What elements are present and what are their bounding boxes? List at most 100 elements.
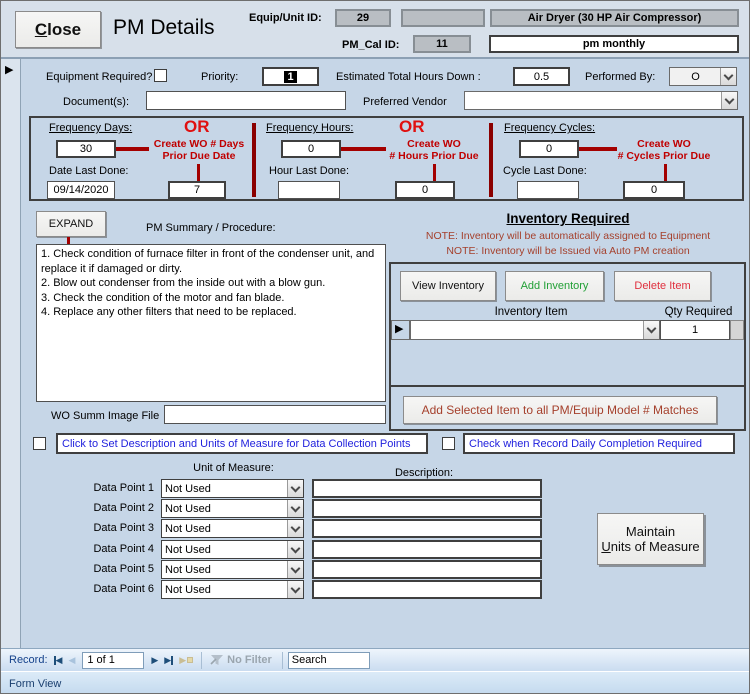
chevron-down-icon[interactable] (643, 321, 659, 339)
maintain-units-label-line1: Maintain (625, 524, 676, 539)
red-divider (252, 123, 256, 197)
pm-name-field[interactable]: pm monthly (489, 35, 739, 53)
data-point-2-description-field[interactable] (312, 499, 542, 518)
pm-cal-id-value: 11 (413, 35, 471, 53)
add-inventory-label: Add Inventory (520, 280, 589, 292)
chevron-down-icon[interactable] (287, 561, 303, 578)
set-description-link[interactable]: Click to Set Description and Units of Me… (56, 433, 428, 454)
expand-button[interactable]: EXPAND (36, 211, 106, 237)
record-position-box[interactable]: 1 of 1 (82, 651, 145, 669)
est-hours-down-label: Estimated Total Hours Down : (336, 71, 481, 83)
pm-summary-textarea[interactable]: 1. Check condition of furnace filter in … (36, 244, 386, 402)
inventory-divider (390, 385, 745, 387)
maintain-units-label-line2: Units of Measure (601, 539, 700, 554)
date-last-done-label: Date Last Done: (49, 165, 129, 177)
close-button[interactable]: Close (15, 11, 101, 48)
documents-label: Document(s): (63, 96, 130, 108)
hour-last-done-field[interactable] (278, 181, 340, 199)
date-last-done-field[interactable]: 09/14/2020 (47, 181, 115, 199)
inventory-row-end-cell (730, 320, 744, 340)
add-selected-item-button[interactable]: Add Selected Item to all PM/Equip Model … (403, 396, 717, 424)
no-filter-funnel-icon (210, 654, 224, 665)
add-selected-item-label: Add Selected Item to all PM/Equip Model … (421, 403, 699, 417)
search-input[interactable] (287, 651, 370, 669)
performed-by-label: Performed By: (585, 71, 656, 83)
preferred-vendor-combo[interactable] (464, 91, 738, 110)
inventory-item-value (414, 321, 641, 339)
hour-last-done-label: Hour Last Done: (269, 165, 350, 177)
chevron-down-icon[interactable] (287, 581, 303, 598)
data-point-5-uom-combo[interactable]: Not Used (161, 560, 304, 579)
chevron-down-icon[interactable] (287, 480, 303, 497)
record-label: Record: (9, 654, 48, 666)
priority-selected-value: 1 (284, 70, 297, 83)
preferred-vendor-value (468, 92, 719, 109)
data-point-2-uom-combo[interactable]: Not Used (161, 499, 304, 518)
chevron-down-icon[interactable] (721, 92, 737, 109)
view-inventory-button[interactable]: View Inventory (400, 271, 496, 301)
equip-blank-box (401, 9, 485, 27)
data-point-1-uom-combo[interactable]: Not Used (161, 479, 304, 498)
preferred-vendor-label: Preferred Vendor (363, 96, 447, 108)
maintain-units-button[interactable]: Maintain Units of Measure (597, 513, 704, 565)
data-point-5-description-field[interactable] (312, 560, 542, 579)
daily-completion-link[interactable]: Check when Record Daily Completion Requi… (463, 433, 735, 454)
data-point-4-uom-combo[interactable]: Not Used (161, 540, 304, 559)
equipment-required-label: Equipment Required? (46, 71, 153, 83)
previous-record-icon[interactable]: ◀ (68, 655, 75, 666)
red-divider (489, 123, 493, 197)
chevron-down-icon[interactable] (287, 500, 303, 517)
red-connector-line (197, 164, 200, 181)
inventory-required-title: Inventory Required (506, 211, 630, 226)
performed-by-combo[interactable]: O (669, 67, 737, 86)
cycle-last-done-field[interactable] (517, 181, 579, 199)
data-point-6-uom-combo[interactable]: Not Used (161, 580, 304, 599)
data-point-4-description-field[interactable] (312, 540, 542, 559)
frequency-cycles-field[interactable]: 0 (519, 140, 579, 158)
documents-field[interactable] (146, 91, 346, 110)
pm-cal-id-label: PM_Cal ID: (342, 39, 400, 51)
chevron-down-icon[interactable] (287, 520, 303, 537)
chevron-down-icon[interactable] (720, 68, 736, 85)
daily-completion-checkbox[interactable] (442, 437, 455, 450)
red-connector-line (664, 164, 667, 181)
next-record-icon[interactable]: ▶ (151, 655, 158, 666)
wo-summ-image-label: WO Summ Image File (51, 410, 160, 422)
record-selector-arrow-icon: ▶ (395, 323, 404, 335)
view-inventory-label: View Inventory (412, 280, 484, 292)
wo-summ-image-field[interactable] (164, 405, 386, 424)
equipment-required-checkbox[interactable] (154, 69, 167, 82)
add-inventory-button[interactable]: Add Inventory (505, 271, 604, 301)
data-point-3-description-field[interactable] (312, 519, 542, 538)
status-bar: Form View (1, 671, 749, 693)
data-point-4-label: Data Point 4 (93, 543, 154, 555)
frequency-days-field[interactable]: 30 (56, 140, 116, 158)
record-selector-strip[interactable]: ▶ (1, 59, 21, 648)
frequency-hours-field[interactable]: 0 (281, 140, 341, 158)
record-navigation-bar: Record: ◀ ◀ 1 of 1 ▶ ▶ ▶ No Filter (1, 648, 749, 671)
last-record-icon[interactable]: ▶ (164, 655, 174, 666)
data-point-3-uom-combo[interactable]: Not Used (161, 519, 304, 538)
cycle-last-done-label: Cycle Last Done: (503, 165, 587, 177)
priority-field[interactable]: 1 (262, 67, 319, 86)
create-wo-cycles-label: Create WO # Cycles Prior Due (617, 138, 711, 162)
pm-summary-label: PM Summary / Procedure: (146, 222, 276, 234)
inventory-row-selector[interactable]: ▶ (391, 320, 410, 340)
first-record-icon[interactable]: ◀ (53, 655, 62, 666)
inventory-item-column-header: Inventory Item (494, 306, 568, 318)
qty-required-field[interactable]: 1 (660, 320, 730, 340)
est-hours-down-field[interactable]: 0.5 (513, 67, 570, 86)
inventory-item-combo[interactable] (410, 320, 660, 340)
set-description-checkbox[interactable] (33, 437, 46, 450)
delete-item-button[interactable]: Delete Item (614, 271, 711, 301)
view-mode-label: Form View (9, 677, 62, 690)
cycles-prior-due-field[interactable]: 0 (623, 181, 685, 199)
chevron-down-icon[interactable] (287, 541, 303, 558)
create-wo-hours-label: Create WO # Hours Prior Due (389, 138, 479, 162)
new-record-icon[interactable]: ▶ (179, 655, 194, 666)
days-prior-due-field[interactable]: 7 (168, 181, 226, 199)
data-point-1-description-field[interactable] (312, 479, 542, 498)
hours-prior-due-field[interactable]: 0 (395, 181, 455, 199)
data-point-6-description-field[interactable] (312, 580, 542, 599)
or-text-2: OR (399, 117, 425, 136)
